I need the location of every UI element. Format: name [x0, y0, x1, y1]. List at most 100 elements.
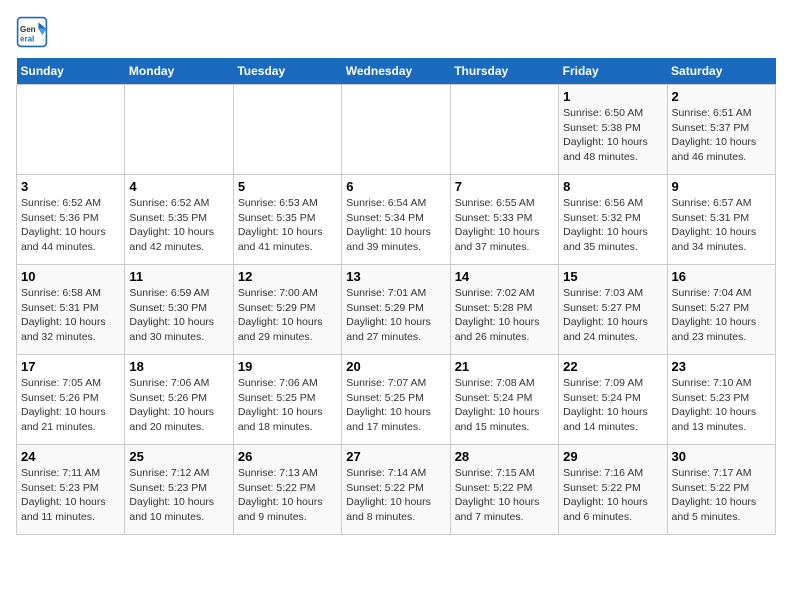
day-info: Sunrise: 7:13 AM Sunset: 5:22 PM Dayligh…	[238, 466, 337, 525]
weekday-header-saturday: Saturday	[667, 58, 775, 85]
calendar-cell: 3 Sunrise: 6:52 AM Sunset: 5:36 PM Daylig…	[17, 175, 125, 265]
calendar-cell: 10 Sunrise: 6:58 AM Sunset: 5:31 PM Dayli…	[17, 265, 125, 355]
day-number: 11	[129, 269, 228, 284]
calendar-cell: 17 Sunrise: 7:05 AM Sunset: 5:26 PM Dayli…	[17, 355, 125, 445]
day-number: 13	[346, 269, 445, 284]
day-number: 23	[672, 359, 771, 374]
day-info: Sunrise: 6:52 AM Sunset: 5:36 PM Dayligh…	[21, 196, 120, 255]
calendar-cell: 22 Sunrise: 7:09 AM Sunset: 5:24 PM Dayli…	[559, 355, 667, 445]
calendar-cell: 20 Sunrise: 7:07 AM Sunset: 5:25 PM Dayli…	[342, 355, 450, 445]
weekday-header-sunday: Sunday	[17, 58, 125, 85]
day-info: Sunrise: 7:03 AM Sunset: 5:27 PM Dayligh…	[563, 286, 662, 345]
calendar-cell	[342, 85, 450, 175]
day-number: 20	[346, 359, 445, 374]
day-number: 4	[129, 179, 228, 194]
day-info: Sunrise: 6:57 AM Sunset: 5:31 PM Dayligh…	[672, 196, 771, 255]
day-number: 24	[21, 449, 120, 464]
day-info: Sunrise: 7:04 AM Sunset: 5:27 PM Dayligh…	[672, 286, 771, 345]
calendar-cell: 21 Sunrise: 7:08 AM Sunset: 5:24 PM Dayli…	[450, 355, 558, 445]
day-info: Sunrise: 7:07 AM Sunset: 5:25 PM Dayligh…	[346, 376, 445, 435]
day-info: Sunrise: 7:08 AM Sunset: 5:24 PM Dayligh…	[455, 376, 554, 435]
calendar-cell: 1Sunrise: 6:50 AM Sunset: 5:38 PM Daylig…	[559, 85, 667, 175]
day-number: 18	[129, 359, 228, 374]
calendar-cell: 25Sunrise: 7:12 AM Sunset: 5:23 PM Dayli…	[125, 445, 233, 535]
calendar-table: SundayMondayTuesdayWednesdayThursdayFrid…	[16, 58, 776, 535]
calendar-cell: 27Sunrise: 7:14 AM Sunset: 5:22 PM Dayli…	[342, 445, 450, 535]
day-number: 27	[346, 449, 445, 464]
day-number: 10	[21, 269, 120, 284]
day-info: Sunrise: 7:09 AM Sunset: 5:24 PM Dayligh…	[563, 376, 662, 435]
day-info: Sunrise: 6:58 AM Sunset: 5:31 PM Dayligh…	[21, 286, 120, 345]
day-number: 15	[563, 269, 662, 284]
weekday-header-row: SundayMondayTuesdayWednesdayThursdayFrid…	[17, 58, 776, 85]
day-number: 3	[21, 179, 120, 194]
day-number: 12	[238, 269, 337, 284]
calendar-cell: 14 Sunrise: 7:02 AM Sunset: 5:28 PM Dayli…	[450, 265, 558, 355]
calendar-week-row: 3 Sunrise: 6:52 AM Sunset: 5:36 PM Daylig…	[17, 175, 776, 265]
day-number: 8	[563, 179, 662, 194]
day-info: Sunrise: 7:02 AM Sunset: 5:28 PM Dayligh…	[455, 286, 554, 345]
calendar-cell: 28 Sunrise: 7:15 AM Sunset: 5:22 PM Dayli…	[450, 445, 558, 535]
day-info: Sunrise: 7:12 AM Sunset: 5:23 PM Dayligh…	[129, 466, 228, 525]
calendar-cell	[17, 85, 125, 175]
calendar-cell	[450, 85, 558, 175]
day-number: 14	[455, 269, 554, 284]
calendar-cell: 15 Sunrise: 7:03 AM Sunset: 5:27 PM Dayli…	[559, 265, 667, 355]
day-info: Sunrise: 7:11 AM Sunset: 5:23 PM Dayligh…	[21, 466, 120, 525]
day-number: 26	[238, 449, 337, 464]
day-info: Sunrise: 7:00 AM Sunset: 5:29 PM Dayligh…	[238, 286, 337, 345]
weekday-header-wednesday: Wednesday	[342, 58, 450, 85]
calendar-cell: 5Sunrise: 6:53 AM Sunset: 5:35 PM Daylig…	[233, 175, 341, 265]
day-number: 28	[455, 449, 554, 464]
weekday-header-monday: Monday	[125, 58, 233, 85]
logo-icon: Gen eral	[16, 16, 48, 48]
logo: Gen eral	[16, 16, 52, 48]
weekday-header-tuesday: Tuesday	[233, 58, 341, 85]
day-number: 9	[672, 179, 771, 194]
calendar-cell: 2Sunrise: 6:51 AM Sunset: 5:37 PM Daylig…	[667, 85, 775, 175]
day-info: Sunrise: 6:55 AM Sunset: 5:33 PM Dayligh…	[455, 196, 554, 255]
day-number: 22	[563, 359, 662, 374]
weekday-header-friday: Friday	[559, 58, 667, 85]
calendar-cell: 4 Sunrise: 6:52 AM Sunset: 5:35 PM Daylig…	[125, 175, 233, 265]
calendar-week-row: 10 Sunrise: 6:58 AM Sunset: 5:31 PM Dayli…	[17, 265, 776, 355]
day-number: 21	[455, 359, 554, 374]
svg-text:Gen: Gen	[20, 25, 36, 34]
day-info: Sunrise: 6:59 AM Sunset: 5:30 PM Dayligh…	[129, 286, 228, 345]
day-info: Sunrise: 7:05 AM Sunset: 5:26 PM Dayligh…	[21, 376, 120, 435]
calendar-cell: 11 Sunrise: 6:59 AM Sunset: 5:30 PM Dayli…	[125, 265, 233, 355]
day-number: 1	[563, 89, 662, 104]
calendar-cell: 18 Sunrise: 7:06 AM Sunset: 5:26 PM Dayli…	[125, 355, 233, 445]
day-number: 17	[21, 359, 120, 374]
day-info: Sunrise: 7:10 AM Sunset: 5:23 PM Dayligh…	[672, 376, 771, 435]
svg-text:eral: eral	[20, 35, 34, 44]
calendar-cell: 9 Sunrise: 6:57 AM Sunset: 5:31 PM Daylig…	[667, 175, 775, 265]
calendar-week-row: 24 Sunrise: 7:11 AM Sunset: 5:23 PM Dayli…	[17, 445, 776, 535]
page-header: Gen eral	[16, 16, 776, 48]
calendar-cell: 7Sunrise: 6:55 AM Sunset: 5:33 PM Daylig…	[450, 175, 558, 265]
day-number: 29	[563, 449, 662, 464]
day-number: 5	[238, 179, 337, 194]
day-info: Sunrise: 7:15 AM Sunset: 5:22 PM Dayligh…	[455, 466, 554, 525]
calendar-cell: 30 Sunrise: 7:17 AM Sunset: 5:22 PM Dayli…	[667, 445, 775, 535]
day-info: Sunrise: 7:01 AM Sunset: 5:29 PM Dayligh…	[346, 286, 445, 345]
day-info: Sunrise: 7:06 AM Sunset: 5:25 PM Dayligh…	[238, 376, 337, 435]
calendar-cell: 6Sunrise: 6:54 AM Sunset: 5:34 PM Daylig…	[342, 175, 450, 265]
calendar-cell	[125, 85, 233, 175]
day-number: 6	[346, 179, 445, 194]
day-info: Sunrise: 7:06 AM Sunset: 5:26 PM Dayligh…	[129, 376, 228, 435]
calendar-cell: 12 Sunrise: 7:00 AM Sunset: 5:29 PM Dayli…	[233, 265, 341, 355]
calendar-week-row: 17 Sunrise: 7:05 AM Sunset: 5:26 PM Dayli…	[17, 355, 776, 445]
calendar-cell: 26 Sunrise: 7:13 AM Sunset: 5:22 PM Dayli…	[233, 445, 341, 535]
calendar-cell: 13 Sunrise: 7:01 AM Sunset: 5:29 PM Dayli…	[342, 265, 450, 355]
day-number: 2	[672, 89, 771, 104]
day-info: Sunrise: 6:52 AM Sunset: 5:35 PM Dayligh…	[129, 196, 228, 255]
calendar-week-row: 1Sunrise: 6:50 AM Sunset: 5:38 PM Daylig…	[17, 85, 776, 175]
calendar-cell: 29 Sunrise: 7:16 AM Sunset: 5:22 PM Dayli…	[559, 445, 667, 535]
day-info: Sunrise: 7:16 AM Sunset: 5:22 PM Dayligh…	[563, 466, 662, 525]
day-info: Sunrise: 7:17 AM Sunset: 5:22 PM Dayligh…	[672, 466, 771, 525]
day-number: 30	[672, 449, 771, 464]
day-number: 16	[672, 269, 771, 284]
calendar-cell: 24 Sunrise: 7:11 AM Sunset: 5:23 PM Dayli…	[17, 445, 125, 535]
day-number: 19	[238, 359, 337, 374]
